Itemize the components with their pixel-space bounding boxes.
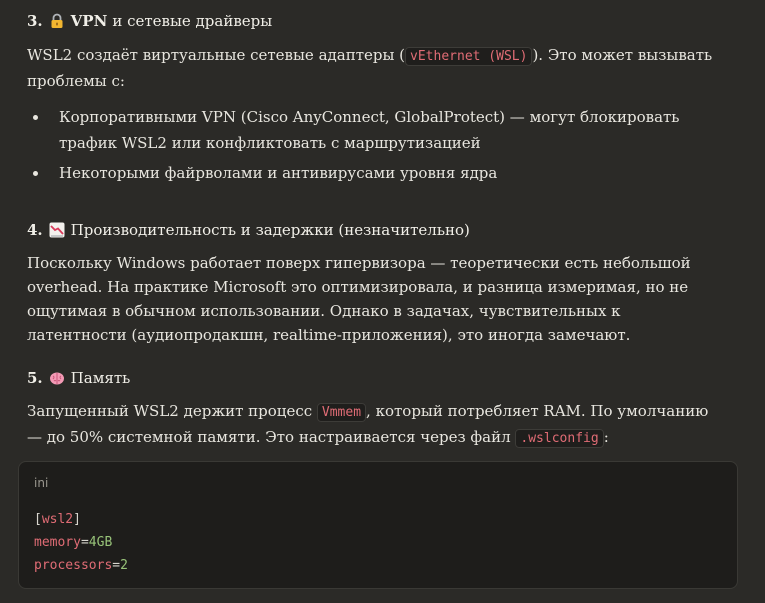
section-title-rest: и сетевые драйверы [112,12,273,30]
section-3-bullet-list: Корпоративными VPN (Cisco AnyConnect, Gl… [27,104,717,190]
inline-code: Vmmem [316,403,367,422]
paragraph-text: : [603,428,609,446]
code-token: memory [34,535,81,550]
list-item-text: Корпоративными VPN (Cisco AnyConnect, Gl… [59,108,680,152]
section-title: Производительность и задержки (незначите… [70,221,470,239]
section-4-heading: 4. Производительность и задержки (незнач… [27,221,470,239]
code-lines: [wsl2] memory=4GB processors=2 [34,508,128,577]
code-token: 2 [120,558,128,573]
code-line: processors=2 [34,554,128,577]
list-item: Некоторыми файрволами и антивирусами уро… [27,160,717,186]
section-3-heading: 3. VPN и сетевые драйверы [27,12,272,30]
brain-icon [49,370,65,386]
chart-decreasing-icon [49,222,65,238]
code-token: processors [34,558,113,573]
section-4-paragraph: Поскольку Windows работает поверх гиперв… [27,254,691,344]
lock-icon [49,13,65,29]
section-title: Память [70,369,131,387]
paragraph-text: WSL2 создаёт виртуальные сетевые адаптер… [27,46,406,64]
inline-code: vEthernet (WSL) [405,47,533,66]
list-item-text: Некоторыми файрволами и антивирусами уро… [59,164,498,182]
section-number: 4. [27,221,43,239]
code-block: ini [wsl2] memory=4GB processors=2 [18,461,738,589]
paragraph-text: Запущенный WSL2 держит процесс [27,402,317,420]
section-title-bold: VPN [70,12,108,30]
inline-code: .wslconfig [515,429,604,448]
code-token: = [80,535,89,550]
code-token: [ [34,512,42,527]
section-number: 5. [27,369,43,387]
bullet-dot [33,171,38,176]
code-line: [wsl2] [34,508,128,531]
code-token: = [112,558,121,573]
code-line: memory=4GB [34,531,128,554]
code-language-label: ini [34,476,49,490]
section-5-paragraph: Запущенный WSL2 держит процесс Vmmem, ко… [27,399,717,451]
code-token: ] [73,512,81,527]
code-token: wsl2 [41,512,74,527]
section-5-heading: 5. Память [27,369,130,387]
code-token: 4GB [88,535,113,550]
section-3-paragraph: WSL2 создаёт виртуальные сетевые адаптер… [27,43,717,93]
bullet-dot [33,115,38,120]
list-item: Корпоративными VPN (Cisco AnyConnect, Gl… [27,104,717,156]
section-number: 3. [27,12,43,30]
